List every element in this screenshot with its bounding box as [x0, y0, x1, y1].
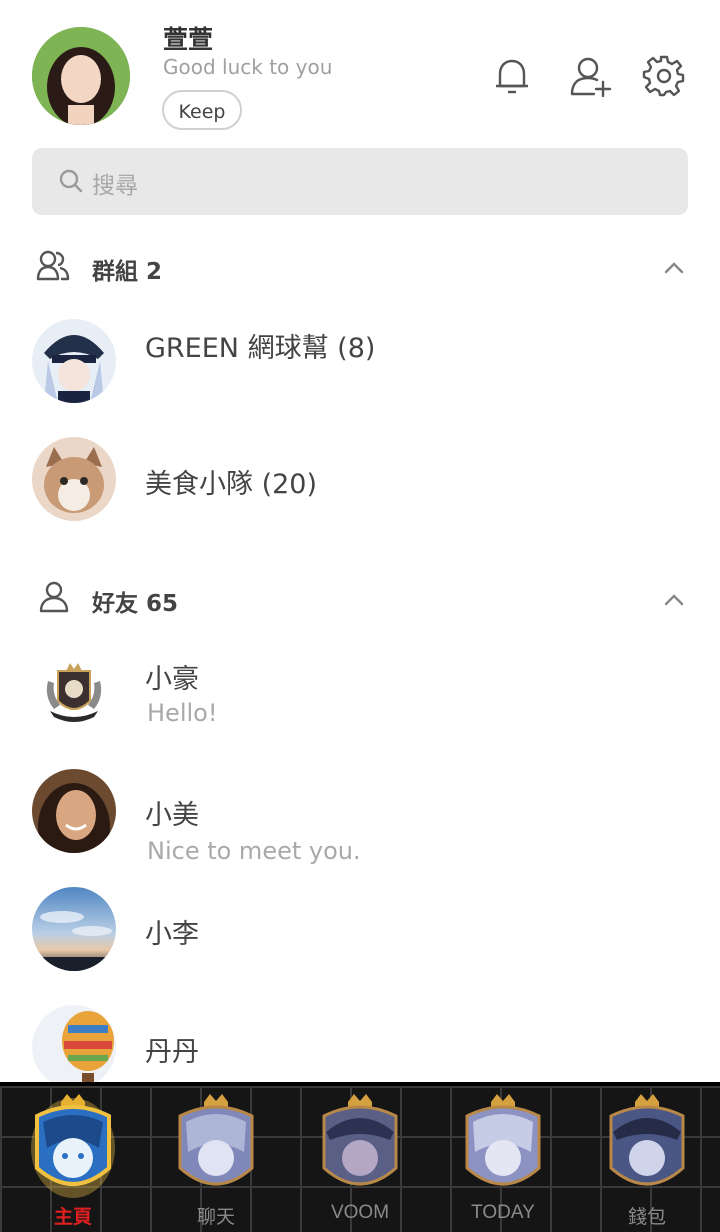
tab-home-label: 主頁 [53, 1207, 92, 1228]
settings-gear-icon[interactable] [642, 54, 686, 98]
friend-avatar-crest[interactable] [32, 651, 116, 735]
friend-name[interactable]: 小美 [145, 793, 199, 832]
tab-chats-character-icon [178, 1094, 254, 1186]
friends-icon [38, 580, 72, 614]
keep-button[interactable]: Keep [162, 90, 242, 130]
profile-name: 萱萱 [163, 25, 214, 54]
friend-status: Hello! [147, 699, 218, 727]
bell-icon[interactable] [490, 54, 534, 98]
tab-home[interactable]: 主頁 [13, 1092, 133, 1232]
friend-name[interactable]: 小豪 [145, 657, 199, 696]
friends-section-title: 好友 65 [92, 591, 179, 617]
friend-name[interactable]: 丹丹 [145, 1030, 199, 1069]
tab-chats-label: 聊天 [196, 1207, 235, 1228]
tab-home-character-icon [31, 1094, 115, 1198]
tab-wallet-character-icon [609, 1094, 685, 1186]
search-placeholder: 搜尋 [92, 173, 138, 199]
group-avatar-food-team[interactable] [32, 437, 116, 521]
groups-section-title: 群組 2 [92, 259, 163, 285]
tab-today-label: TODAY [471, 1202, 535, 1223]
tab-voom-character-icon [322, 1094, 398, 1186]
group-name[interactable]: 美食小隊 (20) [145, 462, 317, 501]
friend-name[interactable]: 小李 [145, 912, 199, 951]
search-icon [58, 168, 84, 194]
tab-voom[interactable]: VOOM [300, 1092, 420, 1232]
friend-status: Nice to meet you. [147, 837, 361, 865]
profile-avatar[interactable] [32, 27, 130, 125]
profile-photo [32, 27, 130, 125]
tab-today[interactable]: TODAY [443, 1092, 563, 1232]
tab-wallet[interactable]: 錢包 [587, 1092, 707, 1232]
profile-status-message[interactable]: Good luck to you [163, 55, 332, 79]
friend-avatar-xiaoli[interactable] [32, 887, 116, 971]
chevron-up-icon[interactable] [662, 256, 686, 280]
group-avatar-green-tennis[interactable] [32, 319, 116, 403]
tab-voom-label: VOOM [330, 1202, 390, 1223]
tab-wallet-label: 錢包 [627, 1207, 666, 1228]
groups-icon [36, 248, 70, 282]
friend-avatar-dandan[interactable] [32, 1005, 116, 1089]
chevron-up-icon[interactable] [662, 588, 686, 612]
friend-avatar-xiaomei[interactable] [32, 769, 116, 853]
tab-today-character-icon [465, 1094, 541, 1186]
add-friend-icon[interactable] [568, 54, 612, 98]
group-name[interactable]: GREEN 網球幫 (8) [145, 326, 375, 365]
tab-chats[interactable]: 聊天 [156, 1092, 276, 1232]
